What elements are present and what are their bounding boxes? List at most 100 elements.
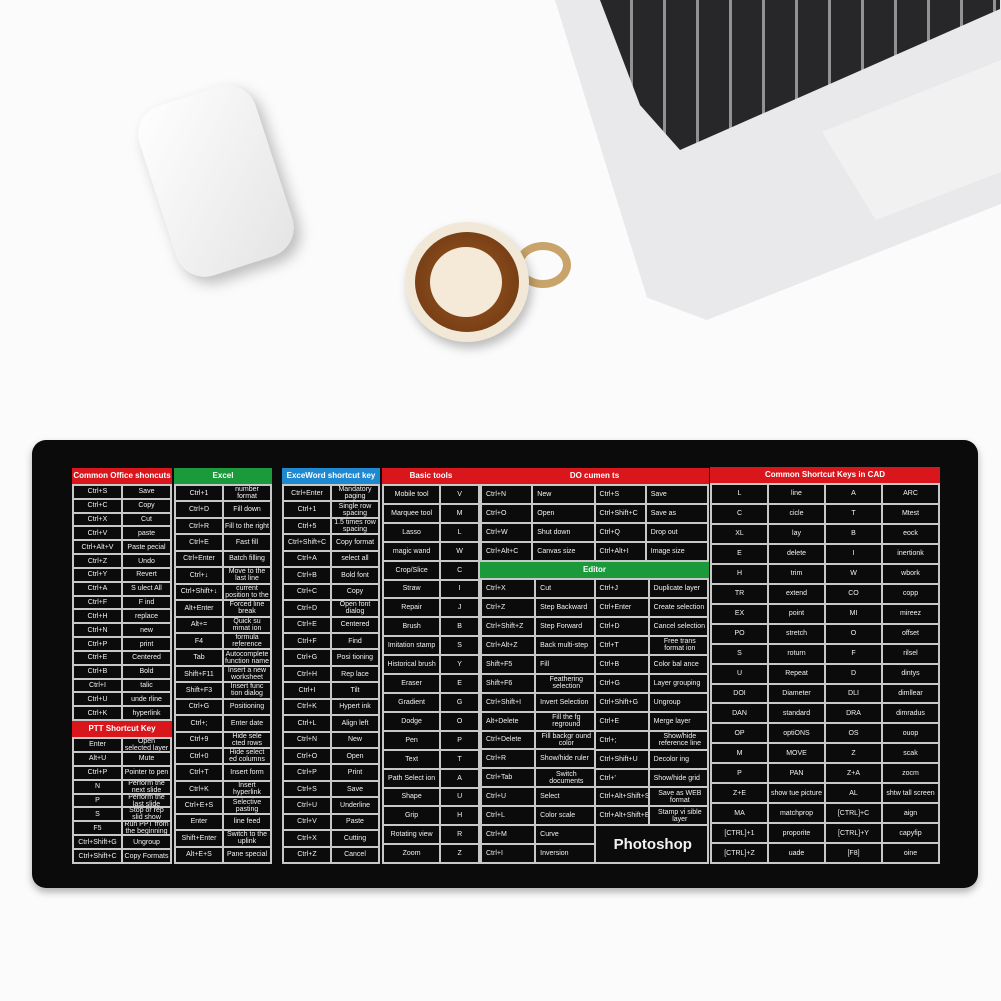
documents-cell: New	[533, 486, 594, 503]
basic-cell: Path Select ion	[384, 769, 440, 787]
editor-row: Shift+F5 Fill	[482, 655, 594, 673]
word-row: Ctrl+Z Cancel	[284, 847, 378, 863]
office-table: Ctrl+S Save Ctrl+C Copy Ctrl+X Cut Ctrl+V paste…	[72, 484, 172, 721]
word-row: Ctrl+5 1.5 times row spacing	[284, 518, 378, 534]
editor-cell: Free trans format ion	[649, 636, 707, 654]
word-cell: Single row spacing	[332, 502, 378, 517]
word-row: Ctrl+P Print	[284, 765, 378, 780]
basic-cell: Grip	[384, 807, 440, 825]
documents-cell: Ctrl+N	[482, 486, 532, 503]
basic-cell: B	[441, 618, 478, 636]
basic-cell: S	[441, 637, 478, 655]
basic-cell: I	[441, 580, 478, 598]
cad-cell: TR	[712, 584, 767, 603]
cad-cell: capyfip	[883, 824, 938, 843]
word-row: Ctrl+C Copy	[284, 584, 378, 600]
excel-cell: Insert func tion dialog	[224, 683, 270, 698]
word-cell: Ctrl+Shift+C	[284, 535, 330, 550]
word-row: Ctrl+D Open font dialog	[284, 601, 378, 616]
documents-cell: Canvas size	[533, 543, 594, 560]
excel-cell: Forced line break	[224, 601, 270, 616]
excel-row: Ctrl+E+S Selective pasting	[176, 798, 270, 813]
excel-cell: Ctrl+T	[176, 765, 222, 780]
editor-row: Alt+Delete Fill the fg reground	[482, 712, 594, 730]
basic-cell: G	[441, 693, 478, 711]
office-row: Ctrl+A S ulect All	[74, 582, 170, 595]
basic-cell: Brush	[384, 618, 440, 636]
excel-cell: Insert form	[224, 765, 270, 780]
word-cell: Ctrl+D	[284, 601, 330, 616]
office-cell: Ctrl+A	[74, 582, 121, 595]
editor-cell: Ctrl+R	[482, 750, 535, 768]
cad-cell: oine	[883, 844, 938, 863]
cad-row: DAN standard DRA dimradus	[712, 704, 938, 723]
basic-cell: P	[441, 731, 478, 749]
cad-cell: dimllear	[883, 684, 938, 703]
cad-cell: Mtest	[883, 504, 938, 523]
excel-cell: Ctrl+E	[176, 535, 222, 550]
documents-cell: Save	[646, 486, 707, 503]
office-cell: Ctrl+Z	[74, 555, 121, 567]
editor-cell: Stamp vi sible layer	[649, 807, 707, 825]
office-cell: Ctrl+K	[74, 707, 121, 720]
editor-cell: Ctrl+M	[482, 826, 535, 844]
word-cell: Ctrl+L	[284, 716, 330, 731]
documents-cell: Save as	[646, 505, 707, 522]
cad-cell: XL	[712, 524, 767, 543]
office-row: Ctrl+B Bold	[74, 665, 170, 678]
word-header: ExceWord shortcut key	[282, 468, 380, 484]
word-row: Ctrl+F Find	[284, 633, 378, 649]
word-cell: Ctrl+B	[284, 568, 330, 583]
basic-row: Historical brush Y	[384, 656, 478, 674]
documents-cell: Ctrl+Alt+I	[595, 543, 645, 560]
cad-cell: lay	[769, 524, 824, 543]
editor-row: Ctrl+L Color scale	[482, 807, 594, 825]
excel-header: Excel	[174, 468, 272, 484]
office-row: Ctrl+I talic	[74, 679, 170, 692]
word-cell: Mandatory paging	[332, 486, 378, 501]
cad-cell: DAN	[712, 704, 767, 723]
office-cell: Ctrl+N	[74, 624, 121, 637]
excel-row: Ctrl+1Open the number format window	[176, 486, 270, 501]
word-cell: Cutting	[332, 831, 378, 846]
editor-row: Ctrl+Delete Fill backgr ound color	[482, 731, 594, 749]
editor-cell: Cancel selection	[649, 617, 707, 635]
editor-cell: Shift+F5	[482, 655, 535, 673]
ptt-cell: Perform the next slide	[123, 780, 170, 793]
editor-cell: Show/hide grid	[649, 769, 707, 787]
editor-cell: Ctrl+'	[595, 769, 648, 787]
word-cell: Ctrl+V	[284, 814, 330, 830]
basic-row: Repair J	[384, 599, 478, 617]
excel-row: Ctrl+Enter Batch filling	[176, 551, 270, 567]
office-cell: Ctrl+S	[74, 486, 121, 498]
excel-row: Tab Autocomplete function name	[176, 650, 270, 665]
editor-cell: Switch documents	[536, 769, 594, 787]
word-cell: Bold font	[332, 568, 378, 583]
office-row: Ctrl+F F ind	[74, 596, 170, 609]
word-row: Ctrl+K Hypert ink	[284, 699, 378, 715]
basic-cell: Marquee tool	[384, 504, 440, 522]
word-cell: Copy	[332, 584, 378, 600]
cad-cell: U	[712, 664, 767, 683]
cad-cell: [CTRL]+C	[826, 804, 881, 823]
word-table: Ctrl+Enter Mandatory paging Ctrl+1 Single r…	[282, 484, 380, 864]
basic-cell: M	[441, 504, 478, 522]
cad-cell: proporite	[769, 824, 824, 843]
word-row: Ctrl+A select all	[284, 551, 378, 567]
office-cell: Bold	[123, 665, 170, 678]
editor-cell: Back multi-step	[536, 636, 594, 654]
editor-cell: Fill	[536, 655, 594, 673]
editor-cell: Color scale	[536, 807, 594, 825]
editor-cell: Save as WEB format	[649, 788, 707, 806]
ptt-cell: Enter	[74, 739, 121, 751]
editor-cell: Layer grouping	[649, 674, 707, 692]
cad-table: Lline A ARC Ccicle T Mtest XL lay Beock Edelete Ii…	[710, 483, 940, 864]
basic-cell: Crop/Slice	[384, 561, 440, 579]
editor-cell: Ctrl+;	[595, 731, 648, 749]
excel-cell: Fill to the right	[224, 518, 270, 534]
excel-row: Shift+Enter Switch to the uplink	[176, 831, 270, 846]
editor-cell: Ctrl+I	[482, 845, 535, 863]
excel-cell: Switch formula reference format	[224, 633, 270, 649]
editor-row: Ctrl+Shift+G Ungroup	[595, 693, 707, 711]
cad-cell: scak	[883, 744, 938, 763]
